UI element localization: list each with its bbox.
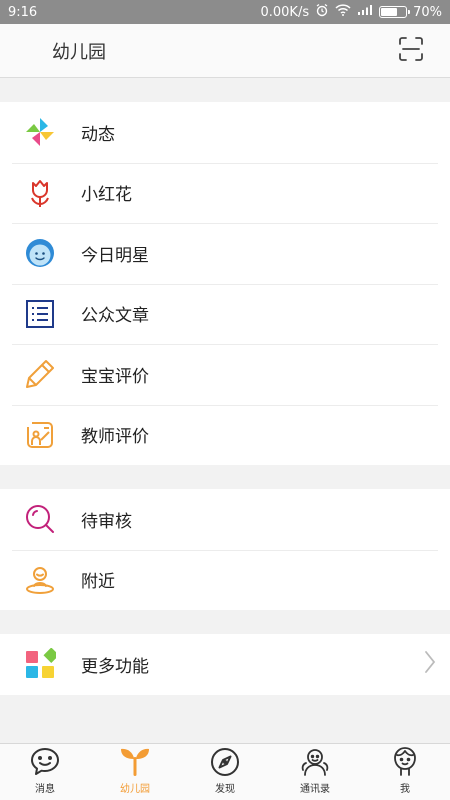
menu-group-more: 更多功能 bbox=[0, 634, 450, 695]
tab-me[interactable]: 我 bbox=[360, 744, 450, 800]
menu-item-nearby[interactable]: 附近 bbox=[0, 549, 450, 611]
wifi-icon bbox=[335, 4, 351, 20]
page-header: 幼儿园 bbox=[0, 24, 450, 78]
menu-item-label: 公众文章 bbox=[81, 306, 149, 327]
tab-label: 我 bbox=[400, 784, 410, 795]
tab-label: 幼儿园 bbox=[120, 784, 150, 795]
tab-messages[interactable]: 消息 bbox=[0, 744, 90, 800]
tab-label: 通讯录 bbox=[300, 784, 330, 795]
menu-item-pending-review[interactable]: 待审核 bbox=[0, 489, 450, 550]
menu-item-label: 动态 bbox=[81, 124, 115, 145]
battery-percent: 70% bbox=[413, 4, 442, 20]
pencil-icon bbox=[23, 357, 57, 391]
menu-item-label: 小红花 bbox=[81, 185, 132, 206]
menu-item-baby-review[interactable]: 宝宝评价 bbox=[0, 344, 450, 405]
sprout-icon bbox=[118, 745, 152, 779]
battery-icon bbox=[379, 6, 411, 18]
star-face-icon bbox=[23, 236, 57, 270]
tab-discover[interactable]: 发现 bbox=[180, 744, 270, 800]
menu-item-dynamics[interactable]: 动态 bbox=[0, 102, 450, 163]
status-indicators: 0.00K/s 70% bbox=[260, 3, 442, 21]
menu-item-today-star[interactable]: 今日明星 bbox=[0, 223, 450, 284]
scan-icon[interactable] bbox=[398, 36, 424, 66]
menu-item-teacher-review[interactable]: 教师评价 bbox=[0, 404, 450, 466]
tab-contacts[interactable]: 通讯录 bbox=[270, 744, 360, 800]
battery-level bbox=[381, 8, 398, 16]
article-list-icon bbox=[23, 297, 57, 331]
network-speed: 0.00K/s bbox=[260, 4, 310, 20]
teacher-review-icon bbox=[23, 418, 57, 452]
pinwheel-icon bbox=[23, 115, 57, 149]
more-apps-icon bbox=[23, 647, 57, 681]
tab-label: 发现 bbox=[215, 784, 235, 795]
menu-item-label: 待审核 bbox=[81, 511, 132, 532]
bottom-tab-bar: 消息 幼儿园 发现 通讯录 我 bbox=[0, 743, 450, 800]
menu-item-label: 宝宝评价 bbox=[81, 366, 149, 387]
signal-icon bbox=[357, 4, 373, 20]
me-icon bbox=[388, 745, 422, 779]
compass-icon bbox=[208, 745, 242, 779]
menu-item-label: 教师评价 bbox=[81, 427, 149, 448]
message-icon bbox=[28, 745, 62, 779]
nearby-person-icon bbox=[23, 563, 57, 597]
menu-item-label: 今日明星 bbox=[81, 245, 149, 266]
menu-item-red-flower[interactable]: 小红花 bbox=[0, 162, 450, 224]
chevron-right-icon bbox=[424, 650, 436, 678]
status-bar: 9:16 0.00K/s 70% bbox=[0, 0, 450, 24]
tab-kindergarten[interactable]: 幼儿园 bbox=[90, 744, 180, 800]
contacts-icon bbox=[298, 745, 332, 779]
section-gap bbox=[0, 78, 450, 102]
section-gap bbox=[0, 465, 450, 489]
menu-item-label: 附近 bbox=[81, 572, 115, 593]
section-gap bbox=[0, 610, 450, 634]
menu-item-more-features[interactable]: 更多功能 bbox=[0, 634, 450, 695]
menu-group-main: 动态 小红花 今日明星 公众文章 宝宝评价 教师评价 bbox=[0, 102, 450, 465]
flower-icon bbox=[23, 176, 57, 210]
menu-group-secondary: 待审核 附近 bbox=[0, 489, 450, 610]
menu-item-public-articles[interactable]: 公众文章 bbox=[0, 283, 450, 345]
search-review-icon bbox=[23, 502, 57, 536]
page-title: 幼儿园 bbox=[52, 41, 106, 63]
menu-item-label: 更多功能 bbox=[81, 656, 149, 677]
status-time: 9:16 bbox=[8, 4, 38, 20]
alarm-icon bbox=[315, 3, 329, 21]
tab-label: 消息 bbox=[35, 784, 55, 795]
